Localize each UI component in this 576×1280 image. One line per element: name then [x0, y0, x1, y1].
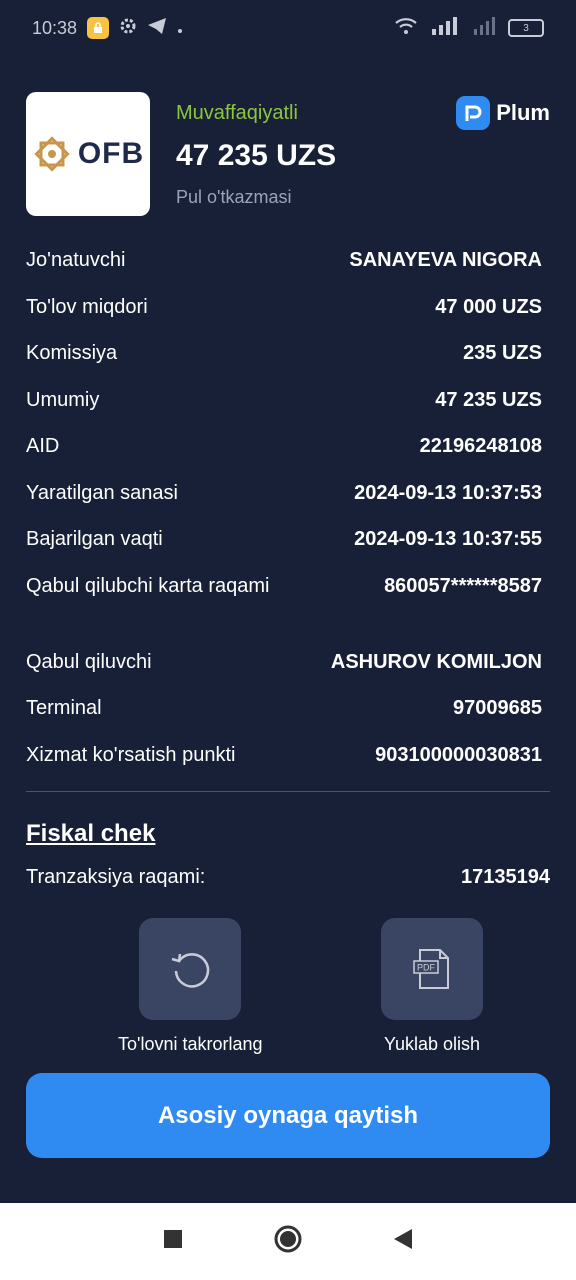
detail-value: 47 000 UZS	[435, 295, 542, 318]
plum-icon	[456, 96, 491, 130]
status-right: 3	[394, 16, 544, 40]
download-action[interactable]: PDF Yuklab olish	[381, 918, 483, 1055]
transaction-type: Pul o'tkazmasi	[176, 187, 292, 207]
detail-row: Yaratilgan sanasi 2024-09-13 10:37:53	[26, 478, 542, 525]
home-icon[interactable]	[273, 1224, 303, 1259]
detail-value: 22196248108	[419, 435, 542, 457]
detail-row: Komissiya 235 UZS	[26, 338, 542, 385]
transaction-number-label: Tranzaksiya raqami:	[26, 866, 206, 888]
transaction-summary: Muvaffaqiyatli 47 235 UZS Pul o'tkazmasi	[176, 102, 336, 208]
download-button[interactable]: PDF	[381, 918, 483, 1020]
detail-row: Qabul qiluvchi ASHUROV KOMILJON	[26, 647, 542, 694]
detail-label: Bajarilgan vaqti	[26, 528, 163, 550]
brand-name: Plum	[496, 100, 550, 125]
system-nav-bar	[0, 1203, 576, 1280]
fiscal-receipt-link[interactable]: Fiskal chek	[26, 820, 155, 848]
detail-label: Komissiya	[26, 342, 118, 364]
detail-value: 2024-09-13 10:37:53	[354, 481, 542, 504]
transaction-header: OFB Muvaffaqiyatli 47 235 UZS Pul o'tkaz…	[26, 92, 550, 218]
repeat-icon	[171, 953, 210, 988]
detail-value: 235 UZS	[463, 342, 542, 364]
bank-emblem-icon	[34, 136, 70, 172]
detail-label: Yaratilgan sanasi	[26, 481, 178, 504]
detail-value: 860057******8587	[384, 574, 542, 597]
back-icon[interactable]	[393, 1228, 413, 1255]
detail-label: Qabul qilubchi karta raqami	[26, 574, 270, 597]
detail-row: Umumiy 47 235 UZS	[26, 385, 542, 432]
telegram-icon	[147, 17, 167, 40]
detail-value: 97009685	[453, 697, 542, 719]
back-to-main-button[interactable]: Asosiy oynaga qaytish	[26, 1073, 550, 1158]
bank-logo-text: OFB	[77, 137, 145, 170]
repeat-payment-label: To'lovni takrorlang	[118, 1034, 263, 1054]
transaction-number-row: Tranzaksiya raqami: 17135194	[26, 866, 550, 889]
signal-icon-2	[472, 16, 496, 40]
battery-icon: 3	[508, 19, 544, 37]
signal-icon	[430, 16, 460, 40]
brand-logo: Plum	[456, 96, 550, 130]
detail-row: Bajarilgan vaqti 2024-09-13 10:37:55	[26, 524, 542, 571]
detail-value: ASHUROV KOMILJON	[330, 650, 542, 673]
status-bar: 10:38 3	[0, 0, 576, 56]
detail-row: Jo'natuvchi SANAYEVA NIGORA	[26, 245, 542, 292]
detail-row: Xizmat ko'rsatish punkti 903100000030831	[26, 740, 542, 787]
recents-icon[interactable]	[163, 1229, 183, 1254]
detail-label: AID	[26, 435, 60, 457]
repeat-payment-button[interactable]	[139, 918, 242, 1020]
repeat-payment-action[interactable]: To'lovni takrorlang	[118, 918, 263, 1055]
bank-logo: OFB	[26, 92, 150, 216]
transaction-number-value: 17135194	[461, 866, 550, 888]
detail-row: AID 22196248108	[26, 431, 542, 478]
detail-label: Terminal	[26, 697, 102, 719]
dot-icon	[177, 18, 183, 39]
divider	[26, 791, 550, 792]
status-text: Muvaffaqiyatli	[176, 102, 298, 124]
settings-icon	[119, 17, 137, 40]
pdf-icon: PDF	[413, 949, 449, 989]
detail-label: Umumiy	[26, 388, 100, 411]
download-label: Yuklab olish	[383, 1034, 481, 1054]
detail-value: 2024-09-13 10:37:55	[354, 528, 542, 550]
details-list: Jo'natuvchi SANAYEVA NIGORA To'lov miqdo…	[26, 245, 542, 786]
detail-label: Qabul qiluvchi	[26, 650, 152, 673]
total-amount: 47 235 UZS	[176, 139, 337, 172]
clock: 10:38	[32, 17, 78, 38]
detail-row: To'lov miqdori 47 000 UZS	[26, 292, 542, 339]
status-left: 10:38	[32, 17, 183, 40]
detail-row: Qabul qilubchi karta raqami 860057******…	[26, 571, 542, 647]
wifi-icon	[394, 17, 418, 40]
detail-value: 903100000030831	[375, 743, 542, 766]
detail-label: Xizmat ko'rsatish punkti	[26, 743, 236, 766]
detail-value: 47 235 UZS	[435, 388, 542, 411]
pdf-icon-text: PDF	[417, 963, 436, 973]
detail-value: SANAYEVA NIGORA	[349, 249, 542, 271]
detail-row: Terminal 97009685	[26, 693, 542, 740]
detail-label: To'lov miqdori	[26, 295, 148, 318]
detail-label: Jo'natuvchi	[26, 249, 126, 271]
notification-icon	[87, 17, 110, 39]
